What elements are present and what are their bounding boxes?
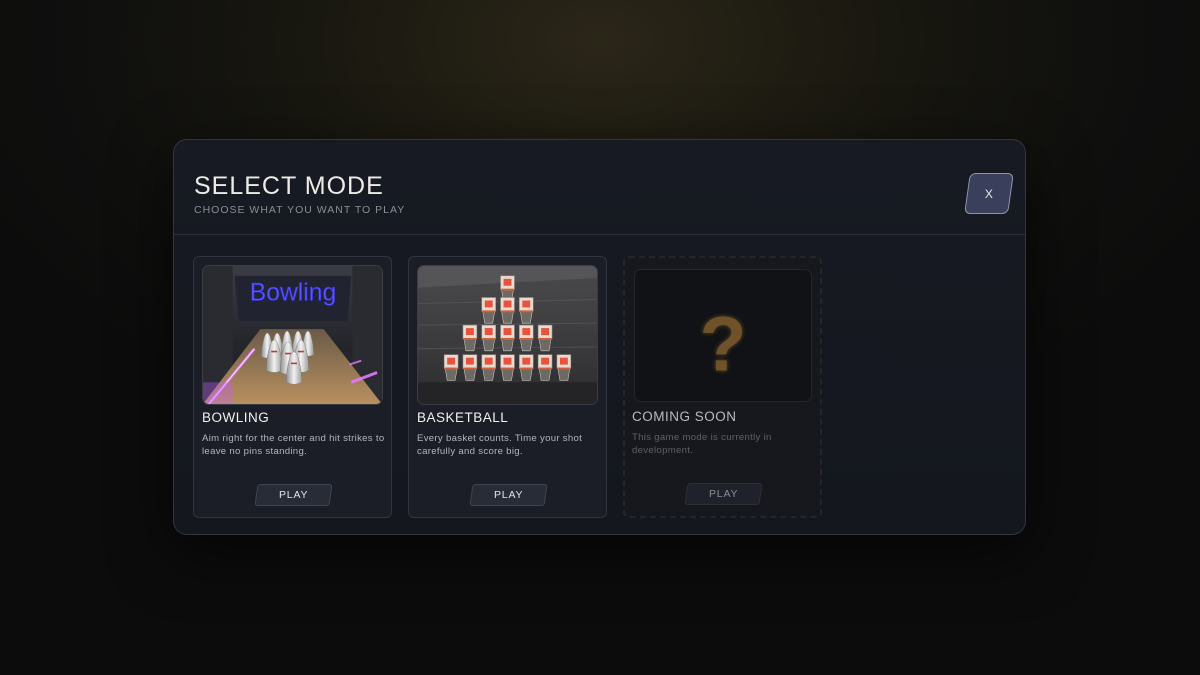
play-label: PLAY [278,489,309,501]
close-button[interactable]: X [964,173,1014,214]
play-label: PLAY [493,489,524,501]
mode-card-basketball[interactable]: BASKETBALL Every basket counts. Time you… [408,256,607,518]
dialog-subtitle: CHOOSE WHAT YOU WANT TO PLAY [194,204,406,216]
hoop-target-square [465,357,474,365]
hoop-net [501,338,514,352]
hoop-rim [501,310,514,313]
hoop-target-square [484,328,493,335]
bowling-thumbnail: Bowling [202,265,383,405]
select-mode-dialog: SELECT MODE CHOOSE WHAT YOU WANT TO PLAY… [173,139,1026,535]
hoop-rim [501,337,514,340]
mode-card-bowling[interactable]: Bowling BOWLING Aim right for the center… [193,256,392,518]
header-divider [174,234,1025,235]
hoop-rim [519,337,533,340]
hoop-net [444,368,458,381]
mode-description: Every basket counts. Time your shot care… [417,433,583,457]
mode-card-coming-soon: ? ? COMING SOON This game mode is curren… [623,256,822,518]
hoop-rim [444,367,458,370]
hoop-net [501,311,514,324]
hoop-net [501,368,514,381]
hoop-net [538,338,552,352]
hoop-net [482,368,495,381]
hoop-net [463,368,477,381]
hoop-rim [519,310,533,313]
mode-description: Aim right for the center and hit strikes… [202,433,385,457]
hoop-target-square [503,300,512,308]
hoop-target-square [541,357,550,365]
dialog-title: SELECT MODE [194,172,384,200]
hoop-target-square [559,357,568,365]
coming-soon-thumbnail: ? ? [634,269,812,402]
basketball-thumbnail [417,265,598,405]
hoop-target-square [541,328,550,335]
mode-description: This game mode is currently in developme… [632,432,772,456]
hoop-rim [482,337,496,340]
hoop-target-square [503,357,512,365]
hoop-rim [538,367,552,370]
hoop-net [463,338,477,352]
hoop-target-square [503,278,512,286]
hoop-net [557,368,571,381]
hoop-rim [557,367,571,370]
hoop-target-square [484,300,493,308]
play-bowling-button[interactable]: PLAY [254,484,333,506]
hoop-rim [501,288,514,291]
hoop-rim [463,367,477,370]
hoop-rim [463,337,477,340]
hoop-rim [519,367,533,370]
hoop-target-square [465,328,474,335]
hoop-target-square [503,328,512,335]
hoop-target-square [484,357,493,365]
hoop-net [520,311,533,324]
hoop-target-square [447,357,456,365]
hoop-net [482,338,495,352]
play-coming-soon-button[interactable]: PLAY [684,483,763,505]
bowling-neon-sign: Bowling [250,280,337,307]
close-label: X [984,186,993,201]
play-label: PLAY [708,488,739,500]
hoop-target-square [522,357,531,365]
hoop-rim [482,310,496,313]
play-basketball-button[interactable]: PLAY [469,484,548,506]
mode-name: COMING SOON [632,409,737,424]
hoop-target-square [522,328,531,335]
hoop-rim [482,367,496,370]
mode-name: BASKETBALL [417,410,509,425]
hoop-net [482,311,495,324]
question-mark-icon: ? [699,302,746,388]
mode-name: BOWLING [202,410,270,425]
hoop-net [520,338,533,352]
hoop-net [520,368,533,381]
hoop-rim [538,337,552,340]
hoop-target-square [522,300,531,308]
hoop-net [538,368,552,381]
hoop-rim [501,367,514,370]
